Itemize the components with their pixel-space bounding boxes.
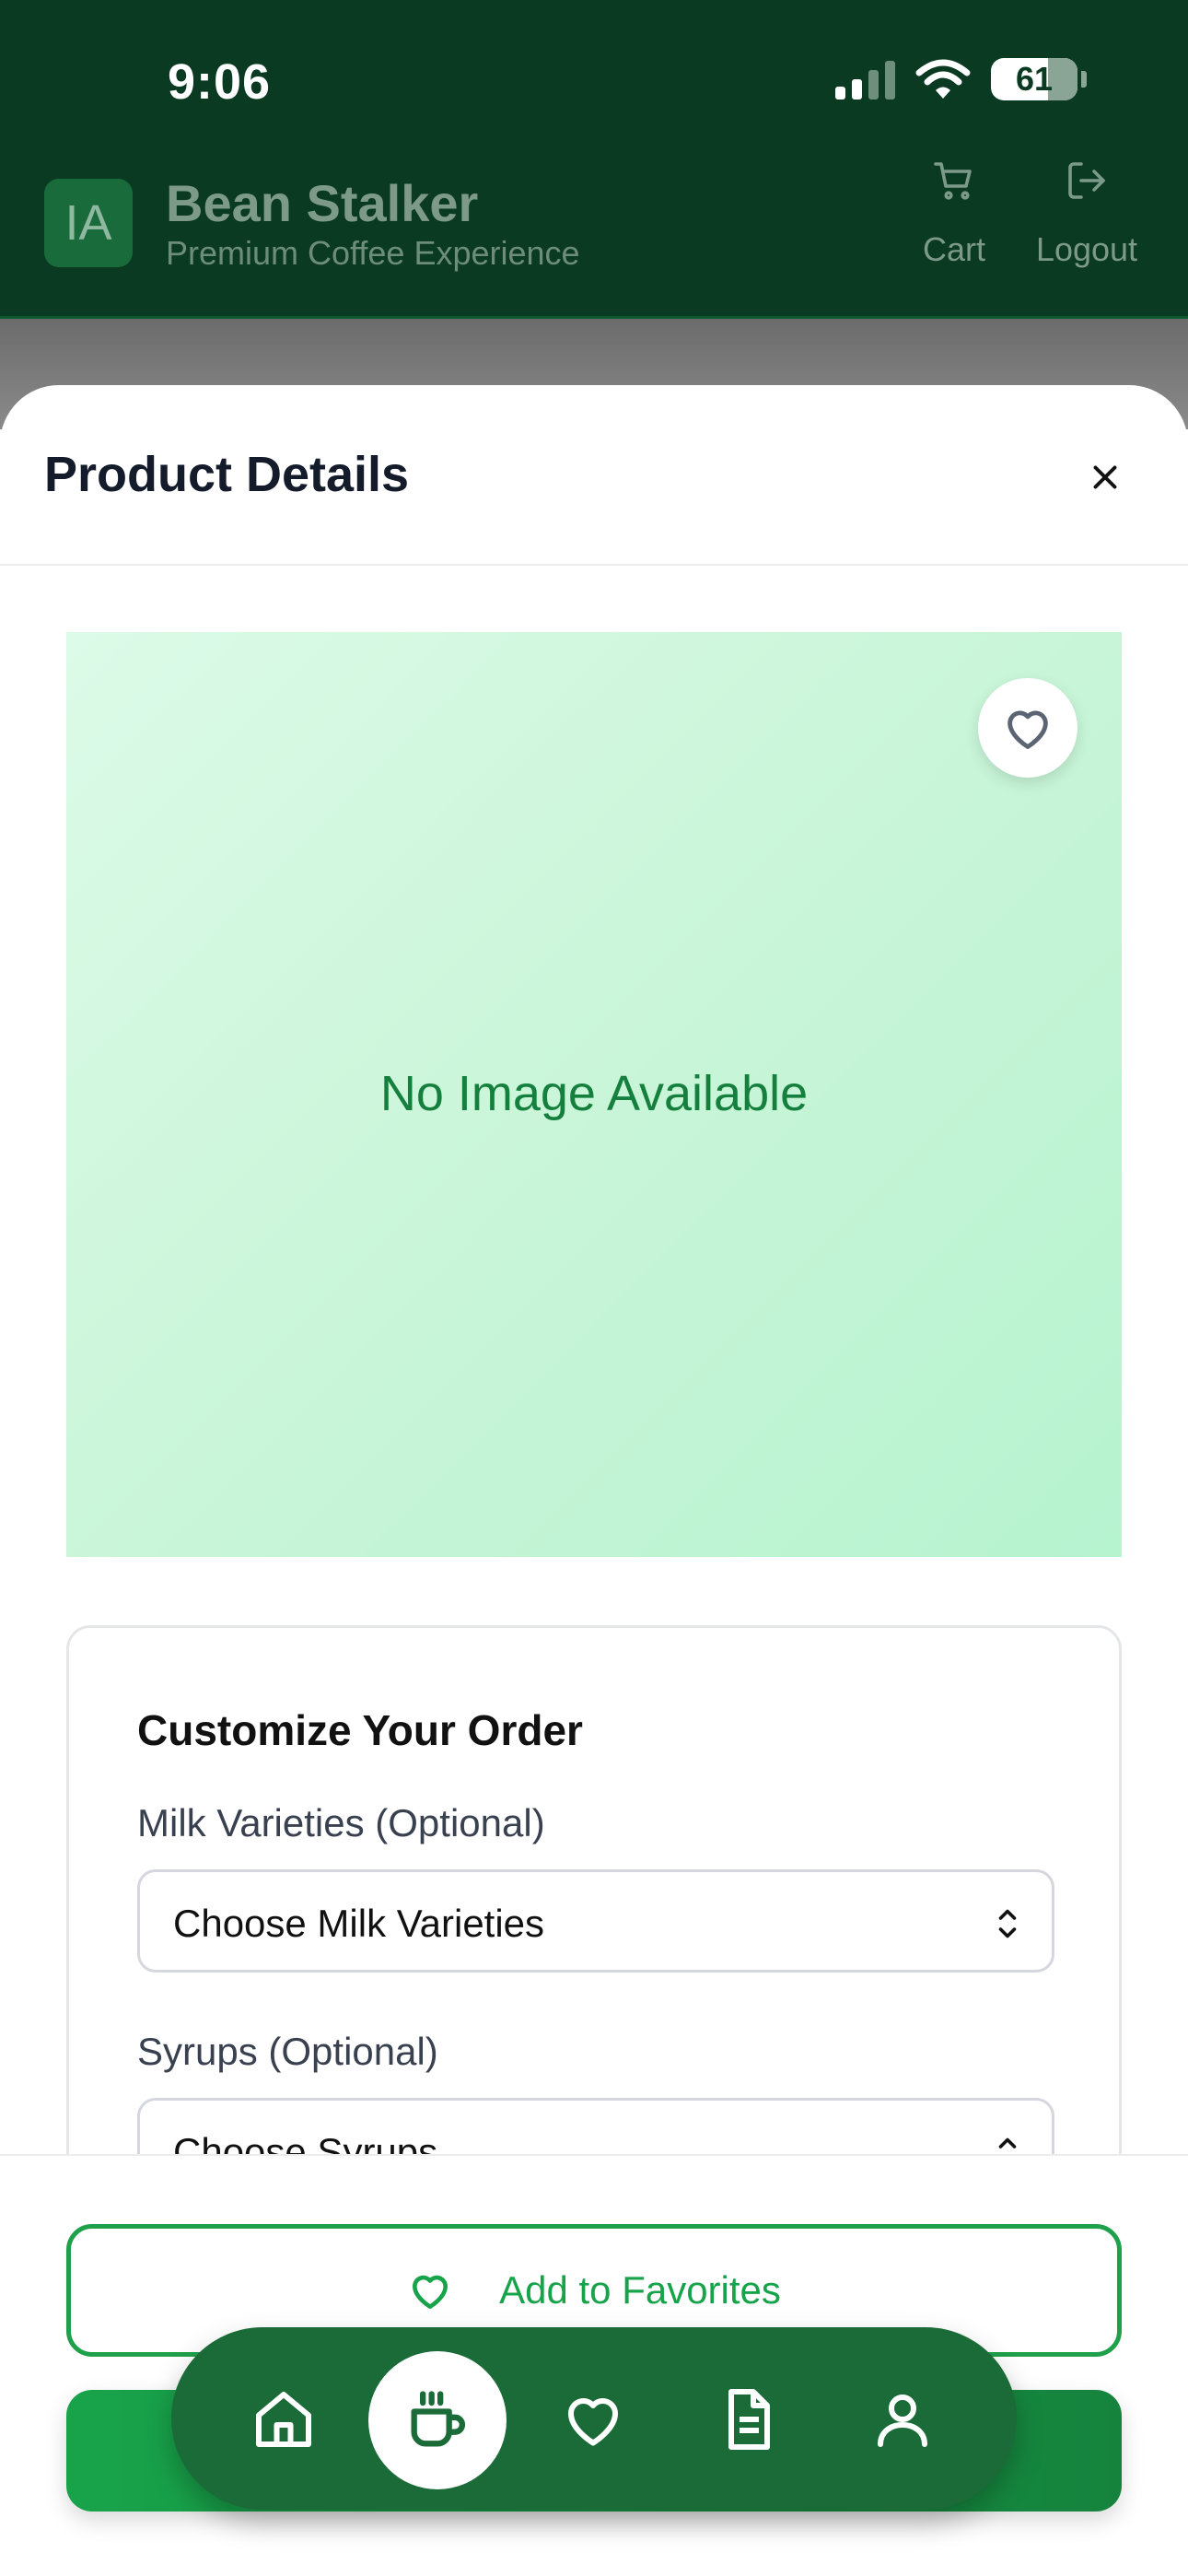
heart-icon <box>567 2397 619 2446</box>
cellular-signal-icon <box>835 59 895 100</box>
nav-profile[interactable] <box>847 2364 958 2475</box>
heart-outline-icon <box>413 2275 448 2309</box>
milk-varieties-select[interactable]: Choose Milk Varieties <box>137 1869 1054 1973</box>
logout-icon <box>1068 162 1105 199</box>
app-screen: 9:06 61 IA Bean Stalker Premium Coffee E… <box>0 0 1188 2576</box>
add-to-favorites-label: Add to Favorites <box>499 2268 781 2312</box>
nav-home[interactable] <box>228 2364 339 2475</box>
document-icon <box>728 2389 770 2450</box>
cart-label: Cart <box>922 230 985 268</box>
close-icon <box>1093 465 1117 489</box>
brand-avatar: IA <box>44 179 133 267</box>
close-button[interactable] <box>1077 450 1133 505</box>
cart-icon <box>934 162 972 200</box>
battery-cap <box>1081 71 1087 88</box>
user-icon <box>878 2395 927 2447</box>
battery-icon: 61 <box>991 58 1077 100</box>
status-icons: 61 <box>835 57 1087 101</box>
milk-label: Milk Varieties (Optional) <box>137 1801 545 1844</box>
heart-icon <box>1007 710 1048 749</box>
sheet-header: Product Details <box>0 385 1188 566</box>
milk-select-value: Choose Milk Varieties <box>173 1902 545 1945</box>
app-subtitle: Premium Coffee Experience <box>166 234 580 272</box>
nav-favorites[interactable] <box>538 2364 648 2475</box>
app-title: Bean Stalker <box>166 174 479 232</box>
home-icon <box>256 2392 311 2447</box>
select-chevron-icon <box>998 1909 1017 1938</box>
customize-heading: Customize Your Order <box>137 1706 583 1754</box>
status-time: 9:06 <box>168 54 272 110</box>
cart-button[interactable]: Cart <box>890 158 1019 269</box>
nav-menu[interactable] <box>368 2351 507 2489</box>
battery-level: 61 <box>1015 60 1054 98</box>
app-header: 9:06 61 IA Bean Stalker Premium Coffee E… <box>0 0 1188 319</box>
nav-orders[interactable] <box>693 2364 803 2475</box>
syrups-label: Syrups (Optional) <box>137 2030 438 2073</box>
coffee-cup-icon <box>411 2391 466 2447</box>
logout-button[interactable]: Logout <box>1022 158 1151 269</box>
favorite-toggle-button[interactable] <box>978 678 1077 778</box>
bottom-nav <box>171 2327 1017 2510</box>
no-image-text: No Image Available <box>379 1066 809 1121</box>
product-image-placeholder: No Image Available <box>66 632 1122 1557</box>
sheet-title: Product Details <box>44 447 410 502</box>
wifi-icon <box>915 59 971 99</box>
logout-label: Logout <box>1035 230 1138 268</box>
